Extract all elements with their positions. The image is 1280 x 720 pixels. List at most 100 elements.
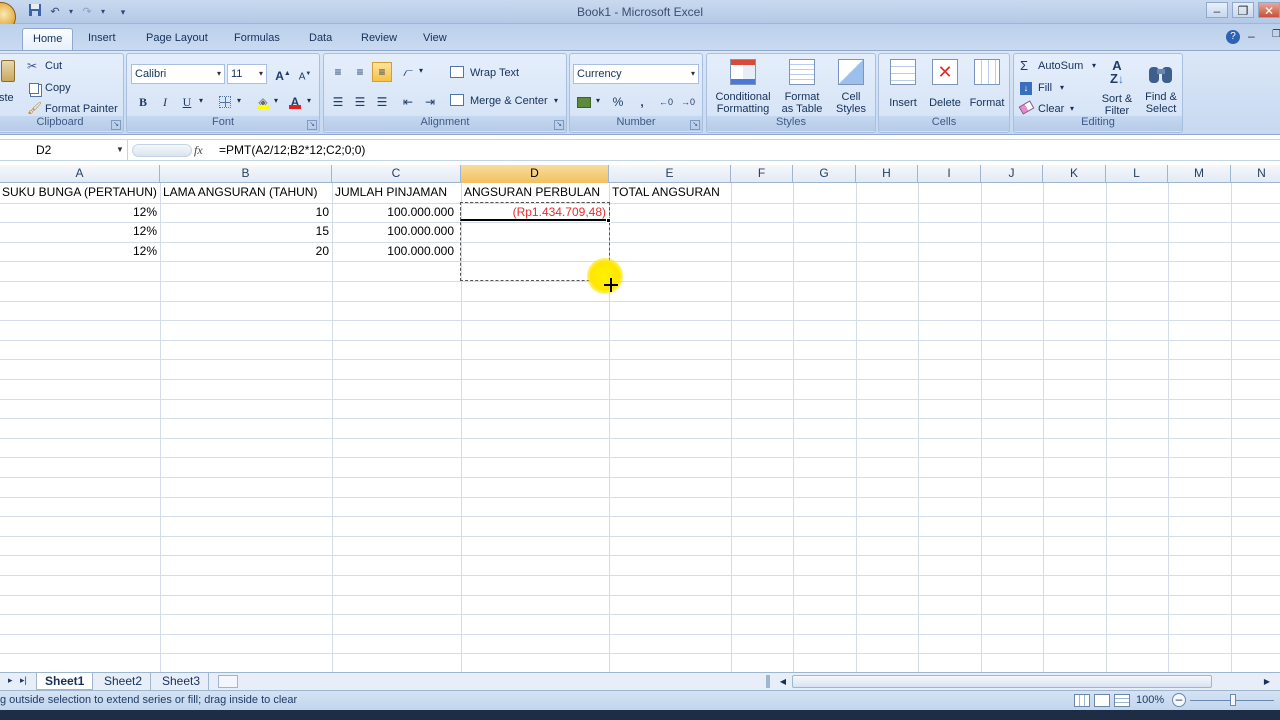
italic-button[interactable]: I [155,92,175,112]
cell-c1[interactable]: JUMLAH PINJAMAN [335,183,447,202]
cell-a1[interactable]: SUKU BUNGA (PERTAHUN) [2,183,157,202]
cell-e1[interactable]: TOTAL ANGSURAN [612,183,720,202]
normal-view-icon[interactable] [1074,694,1090,707]
column-header-e[interactable]: E [609,165,731,183]
fill-color-dropdown-icon[interactable]: ▾ [274,96,278,105]
scroll-right-icon[interactable]: ▶ [1260,674,1274,689]
tab-split-bar[interactable] [766,675,770,688]
cut-button[interactable]: ✂ Cut [27,58,107,76]
cell-c3[interactable]: 100.000.000 [332,222,454,241]
column-header-f[interactable]: F [731,165,793,183]
fill-button[interactable]: ↓ Fill ▾ [1020,80,1080,98]
scroll-left-icon[interactable]: ◀ [776,674,790,689]
insert-function-icon[interactable]: fx [194,143,203,158]
copy-button[interactable]: Copy [27,80,107,98]
font-color-button[interactable]: A [285,92,305,112]
clipboard-dialog-launcher-icon[interactable]: ↘ [111,120,121,130]
font-size-combo[interactable]: 11 ▾ [227,64,267,84]
name-box[interactable]: D2 [0,140,128,161]
cell-a3[interactable]: 12% [0,222,157,241]
find-select-button[interactable]: Find & Select [1140,57,1182,117]
decrease-indent-button[interactable]: ⇤ [398,92,418,112]
horizontal-scroll-thumb[interactable] [792,675,1212,688]
underline-button[interactable]: U [177,92,197,112]
sheet-tab-sheet3[interactable]: Sheet3 [154,673,210,690]
borders-dropdown-icon[interactable]: ▾ [237,96,241,105]
tab-formulas[interactable]: Formulas [224,28,290,50]
cell-c4[interactable]: 100.000.000 [332,242,454,261]
column-header-k[interactable]: K [1043,165,1106,183]
font-name-combo[interactable]: Calibri ▾ [131,64,225,84]
cell-c2[interactable]: 100.000.000 [332,203,454,222]
column-header-a[interactable]: A [0,165,160,183]
cell-a4[interactable]: 12% [0,242,157,261]
column-header-g[interactable]: G [793,165,856,183]
ribbon-minimize-icon[interactable]: – [1248,29,1255,43]
delete-cells-button[interactable]: ✕ Delete [925,57,965,117]
tab-data[interactable]: Data [299,28,342,50]
number-format-combo[interactable]: Currency ▾ [573,64,699,84]
close-icon[interactable]: ✕ [1258,2,1280,18]
orientation-button[interactable]: ⦧ [398,62,418,82]
zoom-out-icon[interactable]: – [1172,693,1186,707]
cell-b2[interactable]: 10 [160,203,329,222]
zoom-level[interactable]: 100% [1136,694,1164,706]
column-header-d[interactable]: D [461,165,609,183]
worksheet-grid[interactable]: SUKU BUNGA (PERTAHUN) LAMA ANGSURAN (TAH… [0,183,1280,672]
sort-filter-button[interactable]: A Z↓ Sort & Filter [1096,57,1138,117]
zoom-slider-thumb[interactable] [1230,694,1236,706]
column-header-b[interactable]: B [160,165,332,183]
column-header-i[interactable]: I [918,165,981,183]
column-header-n[interactable]: N [1231,165,1280,183]
paste-button[interactable]: ste [0,58,17,118]
align-bottom-button[interactable]: ≡ [372,62,392,82]
increase-decimal-button[interactable]: ←0 [656,92,676,112]
scroll-last-sheet-icon[interactable]: ▸| [20,675,27,686]
underline-dropdown-icon[interactable]: ▾ [199,96,203,105]
tab-home[interactable]: Home [22,28,74,50]
align-middle-button[interactable]: ≡ [350,62,370,82]
alignment-dialog-launcher-icon[interactable]: ↘ [554,120,564,130]
page-layout-view-icon[interactable] [1094,694,1110,707]
accounting-dropdown-icon[interactable]: ▾ [596,96,600,105]
number-dialog-launcher-icon[interactable]: ↘ [690,120,700,130]
column-header-l[interactable]: L [1106,165,1168,183]
format-cells-button[interactable]: Format [967,57,1007,117]
cell-b3[interactable]: 15 [160,222,329,241]
column-header-c[interactable]: C [332,165,461,183]
bold-button[interactable]: B [133,92,153,112]
sheet-tab-sheet2[interactable]: Sheet2 [96,673,152,690]
percent-style-button[interactable]: % [608,92,628,112]
borders-button[interactable] [215,92,235,112]
name-box-dropdown-icon[interactable]: ▼ [116,145,124,154]
cell-b1[interactable]: LAMA ANGSURAN (TAHUN) [163,183,317,202]
horizontal-scrollbar[interactable]: ◀ ▶ [776,674,1280,689]
tab-insert[interactable]: Insert [78,28,126,50]
grow-font-button[interactable]: A▲ [273,64,293,84]
column-header-m[interactable]: M [1168,165,1231,183]
align-top-button[interactable]: ≡ [328,62,348,82]
font-color-dropdown-icon[interactable]: ▾ [307,96,311,105]
format-as-table-button[interactable]: Format as Table [777,57,827,117]
wrap-text-button[interactable]: Wrap Text [450,64,560,84]
insert-sheet-icon[interactable] [218,675,238,688]
insert-cells-button[interactable]: Insert [883,57,923,117]
page-break-view-icon[interactable] [1114,694,1130,707]
column-header-h[interactable]: H [856,165,918,183]
cell-styles-button[interactable]: Cell Styles [829,57,873,117]
tab-page-layout[interactable]: Page Layout [136,28,218,50]
scroll-prev-sheet-icon[interactable]: ▸ [8,675,13,686]
formula-bar-handle[interactable] [132,144,192,157]
minimize-icon[interactable]: – [1206,2,1228,18]
align-center-button[interactable]: ☰ [350,92,370,112]
sheet-tab-sheet1[interactable]: Sheet1 [36,673,94,690]
formula-input[interactable]: =PMT(A2/12;B2*12;C2;0;0) [219,140,365,161]
ribbon-restore-icon[interactable]: ❐ [1272,29,1280,40]
tab-review[interactable]: Review [351,28,407,50]
help-icon[interactable]: ? [1226,30,1240,44]
merge-center-button[interactable]: Merge & Center ▾ [450,92,564,112]
orientation-dropdown-icon[interactable]: ▾ [419,66,423,75]
column-header-j[interactable]: J [981,165,1043,183]
align-left-button[interactable]: ☰ [328,92,348,112]
align-right-button[interactable]: ☰ [372,92,392,112]
